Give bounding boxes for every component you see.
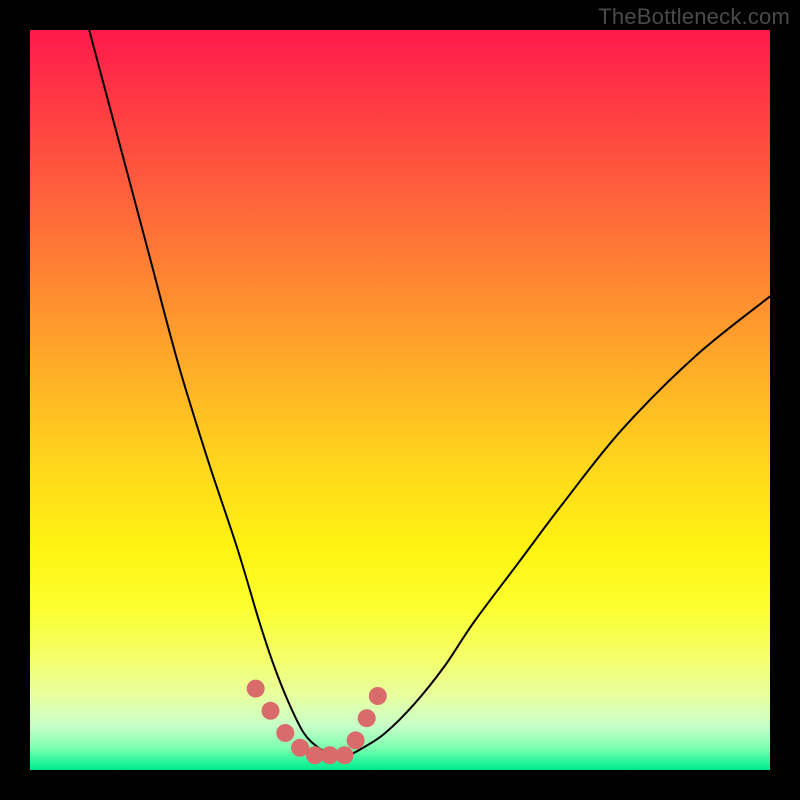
chart-frame: TheBottleneck.com (0, 0, 800, 800)
bottleneck-curve-path (89, 30, 770, 756)
highlight-dot (262, 702, 280, 720)
highlight-dot (358, 709, 376, 727)
highlight-markers (247, 680, 387, 765)
curve-layer (30, 30, 770, 770)
plot-area (30, 30, 770, 770)
watermark-text: TheBottleneck.com (598, 4, 790, 30)
highlight-dot (336, 746, 354, 764)
highlight-dot (347, 731, 365, 749)
highlight-dot (247, 680, 265, 698)
highlight-dot (369, 687, 387, 705)
highlight-dot (276, 724, 294, 742)
